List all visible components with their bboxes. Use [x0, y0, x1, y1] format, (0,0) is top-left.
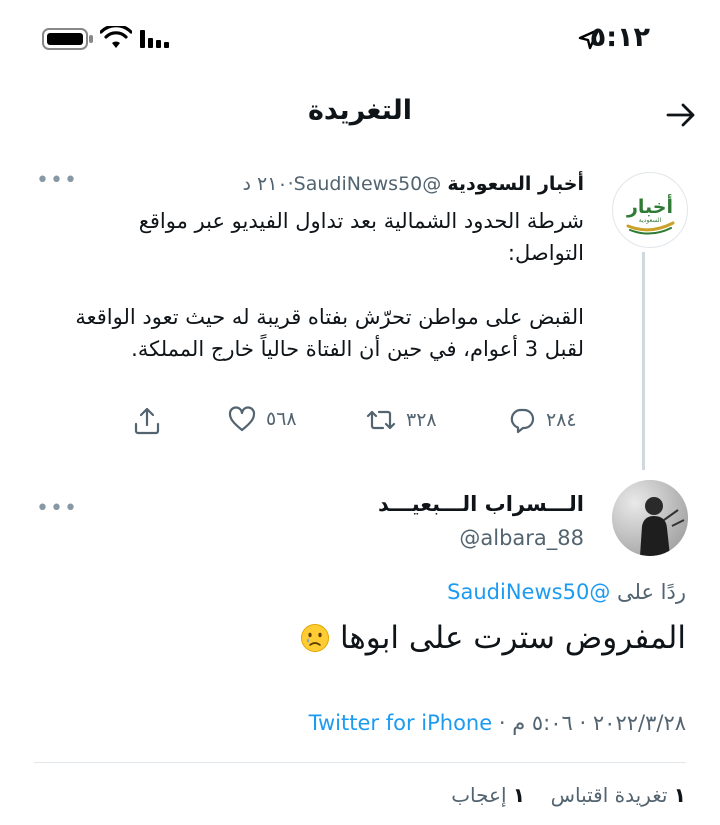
tweet1-retweet-button[interactable]: ٣٢٨	[366, 406, 437, 434]
battery-icon	[42, 27, 94, 55]
share-icon	[134, 407, 160, 435]
divider	[34, 762, 686, 763]
wifi-icon	[99, 24, 133, 54]
tweet1-meta: @SaudiNews50·٢١٠ د	[242, 173, 441, 195]
back-button[interactable]	[664, 98, 698, 132]
quote-count: ١	[673, 783, 686, 807]
tweet2-author-name[interactable]: الـــسراب الـــبعيـــد	[378, 492, 584, 516]
replying-to: ردًا على @SaudiNews50	[447, 580, 686, 604]
tweet2-text: المفروض سترت على ابوها	[300, 620, 686, 656]
tweet2-stats: ١ تغريدة اقتباس ١ إعجاب	[451, 783, 686, 807]
avatar-albara[interactable]	[612, 480, 688, 556]
tweet1-time: ٢١٠ د	[242, 173, 288, 195]
tweet1-like-button[interactable]: ٥٦٨	[228, 406, 297, 432]
logo-sub-text: السعودية	[639, 217, 662, 224]
separator-dot: ·	[579, 711, 587, 735]
tweet1-share-button[interactable]	[132, 406, 162, 440]
status-time: ٥:١٢	[589, 22, 650, 53]
separator-dot: ·	[498, 711, 506, 735]
replying-to-label: ردًا على	[617, 580, 686, 604]
tweet2-time: ٥:٠٦ م	[512, 711, 573, 735]
like-count: ١	[512, 783, 526, 807]
tweet1-retweet-count: ٣٢٨	[406, 409, 437, 431]
tweet1-handle[interactable]: @SaudiNews50	[294, 173, 442, 195]
tweet2-meta: ٢٠٢٢/٣/٢٨ · ٥:٠٦ م · Twitter for iPhone	[309, 711, 686, 735]
tweet2-handle[interactable]: @albara_88	[459, 526, 584, 550]
tweet1-like-count: ٥٦٨	[266, 408, 297, 430]
avatar-saudinews[interactable]: أخبار السعودية	[612, 172, 688, 248]
tweet2-source-link[interactable]: Twitter for iPhone	[309, 711, 493, 735]
arrow-right-icon	[666, 103, 695, 127]
tweet1-more-button[interactable]: •••	[36, 168, 78, 193]
signal-icon	[140, 28, 174, 54]
tweet1-reply-count: ٢٨٤	[546, 409, 577, 431]
page-title: التغريدة	[307, 95, 413, 126]
tweet2-text-content: المفروض سترت على ابوها	[339, 620, 686, 656]
crying-face-emoji-icon	[300, 624, 329, 652]
tweet1-text-line2: القبض على مواطن تحرّش بفتاه قريبة له حيث…	[75, 305, 584, 361]
tweet1-author-name[interactable]: أخبار السعودية	[447, 173, 584, 195]
replying-to-handle[interactable]: @SaudiNews50	[447, 580, 610, 604]
reply-icon	[510, 408, 535, 434]
tweet2-more-button[interactable]: •••	[36, 496, 78, 521]
tweet2-date: ٢٠٢٢/٣/٢٨	[592, 711, 686, 735]
quote-tweets-stat[interactable]: ١ تغريدة اقتباس	[544, 783, 686, 807]
logo-main-text: أخبار	[626, 194, 673, 218]
thread-line	[642, 252, 645, 470]
tweet1-text-line1: شرطة الحدود الشمالية بعد تداول الفيديو ع…	[138, 209, 584, 265]
tweet1-text: شرطة الحدود الشمالية بعد تداول الفيديو ع…	[64, 205, 584, 365]
quote-label: تغريدة اقتباس	[550, 783, 668, 807]
heart-icon	[228, 406, 256, 432]
tweet1-header: أخبار السعودية @SaudiNews50·٢١٠ د	[242, 173, 584, 195]
like-label: إعجاب	[451, 783, 507, 807]
tweet1-reply-button[interactable]: ٢٨٤	[508, 406, 577, 434]
likes-stat[interactable]: ١ إعجاب	[451, 783, 525, 807]
retweet-icon	[366, 410, 396, 430]
